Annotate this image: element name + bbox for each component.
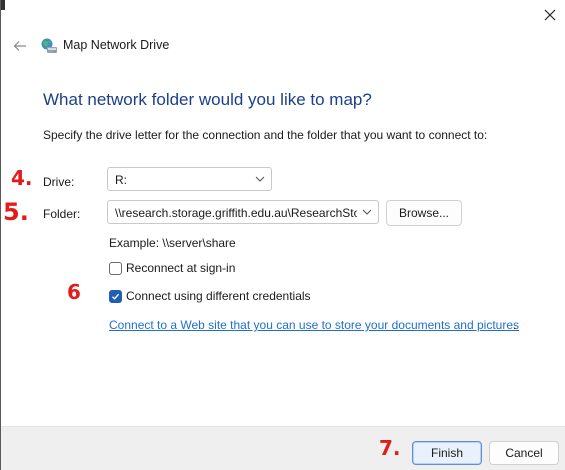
close-icon <box>544 9 556 21</box>
example-text: Example: \\server\share <box>109 236 236 250</box>
page-heading: What network folder would you like to ma… <box>43 90 372 109</box>
finish-button[interactable]: Finish <box>412 441 482 465</box>
credentials-label: Connect using different credentials <box>126 289 311 303</box>
window-title: Map Network Drive <box>63 38 170 52</box>
drive-select[interactable]: R: <box>107 167 272 191</box>
checkmark-icon <box>112 293 120 300</box>
network-drive-icon <box>41 38 57 53</box>
drive-value: R: <box>115 173 127 187</box>
credentials-checkbox[interactable] <box>109 289 122 303</box>
back-arrow-icon <box>13 41 26 51</box>
link-period: . <box>513 318 517 332</box>
chevron-down-icon <box>255 176 265 182</box>
annotation-finish: 7. <box>379 436 401 460</box>
reconnect-label: Reconnect at sign-in <box>126 261 236 275</box>
credentials-checkbox-row[interactable]: Connect using different credentials <box>109 288 311 304</box>
browse-button[interactable]: Browse... <box>386 200 462 226</box>
annotation-drive: 4. <box>11 166 33 190</box>
cancel-button[interactable]: Cancel <box>489 441 559 465</box>
reconnect-checkbox-row[interactable]: Reconnect at sign-in <box>109 260 235 276</box>
web-site-link[interactable]: Connect to a Web site that you can use t… <box>109 318 519 332</box>
chevron-down-icon <box>362 209 372 215</box>
drive-label: Drive: <box>43 175 75 189</box>
map-network-drive-dialog: Map Network Drive What network folder wo… <box>0 0 565 470</box>
folder-value: \\research.storage.griffith.edu.au\Resea… <box>115 206 357 220</box>
reconnect-checkbox[interactable] <box>109 261 122 275</box>
close-button[interactable] <box>538 4 562 26</box>
window-edge <box>1 0 5 10</box>
annotation-credentials: 6 <box>67 280 81 304</box>
back-button[interactable] <box>11 37 29 55</box>
folder-label: Folder: <box>43 207 81 221</box>
instructions-text: Specify the drive letter for the connect… <box>43 128 488 142</box>
folder-combo[interactable]: \\research.storage.griffith.edu.au\Resea… <box>107 200 379 224</box>
annotation-folder: 5. <box>3 198 29 226</box>
